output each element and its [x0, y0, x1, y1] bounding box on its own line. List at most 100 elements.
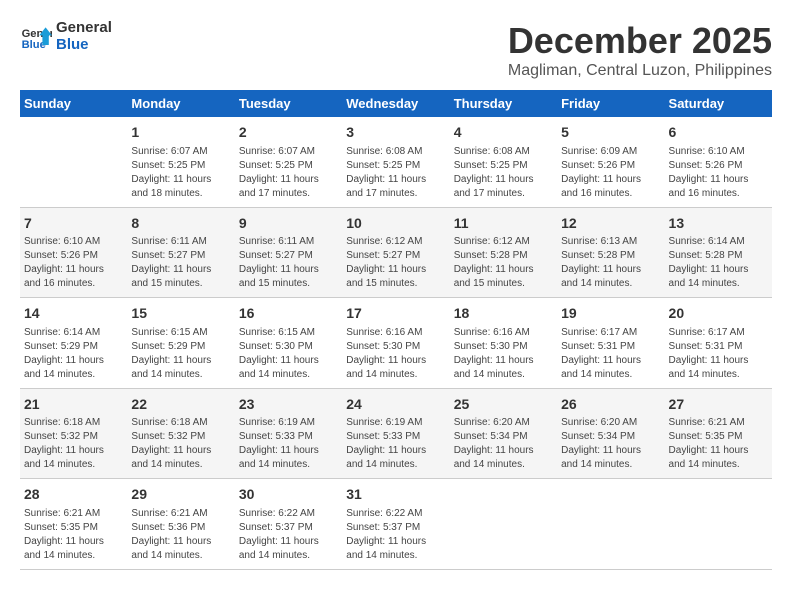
day-info: Sunrise: 6:10 AM Sunset: 5:26 PM Dayligh…: [669, 145, 768, 201]
calendar-cell: 3Sunrise: 6:08 AM Sunset: 5:25 PM Daylig…: [342, 117, 449, 207]
calendar-cell: [557, 479, 664, 570]
calendar-cell: 1Sunrise: 6:07 AM Sunset: 5:25 PM Daylig…: [127, 117, 234, 207]
day-number: 17: [346, 304, 445, 324]
day-info: Sunrise: 6:13 AM Sunset: 5:28 PM Dayligh…: [561, 235, 660, 291]
day-number: 4: [454, 123, 553, 143]
calendar-table: SundayMondayTuesdayWednesdayThursdayFrid…: [20, 90, 772, 570]
calendar-cell: 19Sunrise: 6:17 AM Sunset: 5:31 PM Dayli…: [557, 298, 664, 389]
calendar-cell: 21Sunrise: 6:18 AM Sunset: 5:32 PM Dayli…: [20, 388, 127, 479]
day-number: 24: [346, 395, 445, 415]
header-day: Monday: [127, 90, 234, 117]
day-info: Sunrise: 6:12 AM Sunset: 5:28 PM Dayligh…: [454, 235, 553, 291]
day-number: 25: [454, 395, 553, 415]
header-day: Thursday: [450, 90, 557, 117]
calendar-cell: 30Sunrise: 6:22 AM Sunset: 5:37 PM Dayli…: [235, 479, 342, 570]
day-info: Sunrise: 6:09 AM Sunset: 5:26 PM Dayligh…: [561, 145, 660, 201]
calendar-cell: 8Sunrise: 6:11 AM Sunset: 5:27 PM Daylig…: [127, 207, 234, 298]
day-info: Sunrise: 6:11 AM Sunset: 5:27 PM Dayligh…: [239, 235, 338, 291]
calendar-cell: [450, 479, 557, 570]
day-info: Sunrise: 6:17 AM Sunset: 5:31 PM Dayligh…: [669, 326, 768, 382]
title-area: December 2025 Magliman, Central Luzon, P…: [508, 20, 772, 80]
header-row: SundayMondayTuesdayWednesdayThursdayFrid…: [20, 90, 772, 117]
day-number: 19: [561, 304, 660, 324]
calendar-cell: 18Sunrise: 6:16 AM Sunset: 5:30 PM Dayli…: [450, 298, 557, 389]
calendar-cell: 14Sunrise: 6:14 AM Sunset: 5:29 PM Dayli…: [20, 298, 127, 389]
svg-text:Blue: Blue: [22, 39, 46, 51]
calendar-cell: 22Sunrise: 6:18 AM Sunset: 5:32 PM Dayli…: [127, 388, 234, 479]
day-number: 30: [239, 485, 338, 505]
calendar-cell: 5Sunrise: 6:09 AM Sunset: 5:26 PM Daylig…: [557, 117, 664, 207]
day-number: 21: [24, 395, 123, 415]
day-info: Sunrise: 6:22 AM Sunset: 5:37 PM Dayligh…: [346, 507, 445, 563]
day-number: 28: [24, 485, 123, 505]
header-day: Sunday: [20, 90, 127, 117]
day-info: Sunrise: 6:15 AM Sunset: 5:30 PM Dayligh…: [239, 326, 338, 382]
calendar-cell: 26Sunrise: 6:20 AM Sunset: 5:34 PM Dayli…: [557, 388, 664, 479]
day-info: Sunrise: 6:15 AM Sunset: 5:29 PM Dayligh…: [131, 326, 230, 382]
calendar-row: 28Sunrise: 6:21 AM Sunset: 5:35 PM Dayli…: [20, 479, 772, 570]
logo: General Blue General Blue: [20, 20, 112, 53]
day-number: 7: [24, 214, 123, 234]
day-info: Sunrise: 6:21 AM Sunset: 5:35 PM Dayligh…: [24, 507, 123, 563]
calendar-row: 7Sunrise: 6:10 AM Sunset: 5:26 PM Daylig…: [20, 207, 772, 298]
day-info: Sunrise: 6:18 AM Sunset: 5:32 PM Dayligh…: [24, 416, 123, 472]
day-info: Sunrise: 6:16 AM Sunset: 5:30 PM Dayligh…: [346, 326, 445, 382]
calendar-cell: 10Sunrise: 6:12 AM Sunset: 5:27 PM Dayli…: [342, 207, 449, 298]
day-info: Sunrise: 6:08 AM Sunset: 5:25 PM Dayligh…: [346, 145, 445, 201]
calendar-cell: 6Sunrise: 6:10 AM Sunset: 5:26 PM Daylig…: [665, 117, 772, 207]
day-info: Sunrise: 6:19 AM Sunset: 5:33 PM Dayligh…: [346, 416, 445, 472]
header-day: Wednesday: [342, 90, 449, 117]
day-info: Sunrise: 6:16 AM Sunset: 5:30 PM Dayligh…: [454, 326, 553, 382]
day-number: 1: [131, 123, 230, 143]
day-info: Sunrise: 6:22 AM Sunset: 5:37 PM Dayligh…: [239, 507, 338, 563]
day-number: 13: [669, 214, 768, 234]
calendar-cell: 12Sunrise: 6:13 AM Sunset: 5:28 PM Dayli…: [557, 207, 664, 298]
day-info: Sunrise: 6:18 AM Sunset: 5:32 PM Dayligh…: [131, 416, 230, 472]
calendar-cell: 17Sunrise: 6:16 AM Sunset: 5:30 PM Dayli…: [342, 298, 449, 389]
calendar-cell: 2Sunrise: 6:07 AM Sunset: 5:25 PM Daylig…: [235, 117, 342, 207]
logo-line1: General: [56, 20, 112, 37]
day-info: Sunrise: 6:20 AM Sunset: 5:34 PM Dayligh…: [454, 416, 553, 472]
calendar-row: 14Sunrise: 6:14 AM Sunset: 5:29 PM Dayli…: [20, 298, 772, 389]
calendar-cell: 28Sunrise: 6:21 AM Sunset: 5:35 PM Dayli…: [20, 479, 127, 570]
calendar-cell: 29Sunrise: 6:21 AM Sunset: 5:36 PM Dayli…: [127, 479, 234, 570]
day-info: Sunrise: 6:14 AM Sunset: 5:29 PM Dayligh…: [24, 326, 123, 382]
day-number: 31: [346, 485, 445, 505]
day-number: 29: [131, 485, 230, 505]
day-info: Sunrise: 6:20 AM Sunset: 5:34 PM Dayligh…: [561, 416, 660, 472]
calendar-cell: 23Sunrise: 6:19 AM Sunset: 5:33 PM Dayli…: [235, 388, 342, 479]
day-info: Sunrise: 6:07 AM Sunset: 5:25 PM Dayligh…: [239, 145, 338, 201]
calendar-subtitle: Magliman, Central Luzon, Philippines: [508, 62, 772, 80]
logo-line2: Blue: [56, 37, 112, 54]
calendar-cell: 4Sunrise: 6:08 AM Sunset: 5:25 PM Daylig…: [450, 117, 557, 207]
day-info: Sunrise: 6:19 AM Sunset: 5:33 PM Dayligh…: [239, 416, 338, 472]
day-number: 14: [24, 304, 123, 324]
day-info: Sunrise: 6:11 AM Sunset: 5:27 PM Dayligh…: [131, 235, 230, 291]
logo-icon: General Blue: [20, 21, 52, 53]
header-day: Friday: [557, 90, 664, 117]
calendar-cell: [20, 117, 127, 207]
calendar-cell: 25Sunrise: 6:20 AM Sunset: 5:34 PM Dayli…: [450, 388, 557, 479]
day-number: 5: [561, 123, 660, 143]
day-info: Sunrise: 6:08 AM Sunset: 5:25 PM Dayligh…: [454, 145, 553, 201]
day-info: Sunrise: 6:17 AM Sunset: 5:31 PM Dayligh…: [561, 326, 660, 382]
day-info: Sunrise: 6:12 AM Sunset: 5:27 PM Dayligh…: [346, 235, 445, 291]
calendar-cell: 9Sunrise: 6:11 AM Sunset: 5:27 PM Daylig…: [235, 207, 342, 298]
day-info: Sunrise: 6:07 AM Sunset: 5:25 PM Dayligh…: [131, 145, 230, 201]
day-number: 15: [131, 304, 230, 324]
header: General Blue General Blue December 2025 …: [20, 20, 772, 80]
day-number: 10: [346, 214, 445, 234]
calendar-row: 1Sunrise: 6:07 AM Sunset: 5:25 PM Daylig…: [20, 117, 772, 207]
day-number: 27: [669, 395, 768, 415]
calendar-cell: 27Sunrise: 6:21 AM Sunset: 5:35 PM Dayli…: [665, 388, 772, 479]
day-number: 23: [239, 395, 338, 415]
day-number: 12: [561, 214, 660, 234]
day-number: 2: [239, 123, 338, 143]
day-number: 3: [346, 123, 445, 143]
day-number: 8: [131, 214, 230, 234]
calendar-row: 21Sunrise: 6:18 AM Sunset: 5:32 PM Dayli…: [20, 388, 772, 479]
calendar-cell: 20Sunrise: 6:17 AM Sunset: 5:31 PM Dayli…: [665, 298, 772, 389]
day-number: 22: [131, 395, 230, 415]
day-info: Sunrise: 6:10 AM Sunset: 5:26 PM Dayligh…: [24, 235, 123, 291]
day-info: Sunrise: 6:21 AM Sunset: 5:35 PM Dayligh…: [669, 416, 768, 472]
